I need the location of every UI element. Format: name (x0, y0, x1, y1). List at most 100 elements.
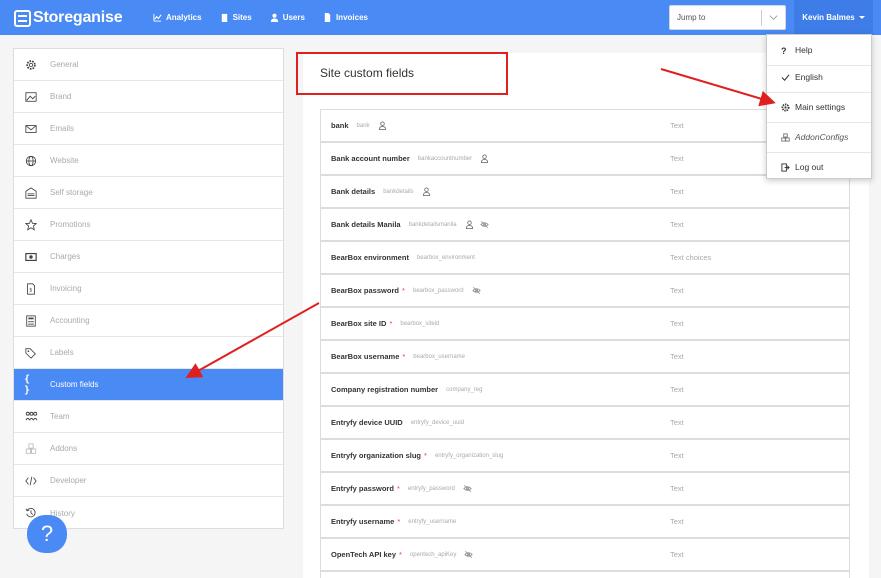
nav-users[interactable]: Users (270, 13, 305, 22)
custom-field-row[interactable]: Bank details Manila bankdetailsmanila Text (320, 208, 850, 241)
custom-field-row[interactable]: Entryfy organization slug * entryfy_organi… (320, 439, 850, 472)
code-icon (24, 474, 38, 488)
field-name: OpenTech API key (331, 550, 397, 559)
jump-to-placeholder: Jump to (677, 13, 706, 22)
storeganise-logo-icon (14, 9, 31, 27)
field-name: BearBox site ID (331, 319, 387, 328)
field-flags (463, 484, 478, 493)
user-menu-button[interactable]: Kevin Balmes (794, 0, 873, 35)
custom-field-row[interactable]: Entryfy username * entryfy_username Text (320, 505, 850, 538)
menu-item-english[interactable]: English (767, 62, 871, 92)
field-code: bearbox_environment (416, 254, 475, 261)
eye-slash-icon (479, 220, 489, 229)
sidebar-item-label: Brand (50, 92, 72, 101)
field-name: Entryfy password (331, 484, 394, 493)
sidebar-item-accounting[interactable]: Accounting (14, 305, 283, 337)
sidebar-item-label: Labels (50, 348, 74, 357)
sidebar-item-general[interactable]: General (14, 49, 283, 81)
custom-field-row[interactable]: Company registration number company_reg Te… (320, 373, 850, 406)
field-code: bankdetails (383, 188, 414, 195)
sidebar-item-labels[interactable]: Labels (14, 337, 283, 369)
user-icon (480, 154, 489, 163)
field-name: BearBox username (331, 352, 400, 361)
field-name: BearBox environment (331, 253, 409, 262)
field-flags (480, 154, 495, 163)
nav-invoices-label: Invoices (335, 13, 368, 22)
sidebar-item-label: Custom fields (50, 380, 99, 389)
field-name: Bank details (331, 187, 376, 196)
image-icon (24, 90, 38, 104)
menu-item-main-settings[interactable]: Main settings (767, 92, 871, 122)
field-type: Text (670, 550, 684, 559)
user-icon (422, 187, 431, 196)
custom-field-row[interactable]: OpenTech API key * opentech_apiKey Text (320, 538, 850, 571)
jump-to-select[interactable]: Jump to (669, 5, 786, 30)
field-code: entryfy_password (407, 485, 455, 492)
field-name: BearBox password (331, 286, 399, 295)
field-code: entryfy_device_uuid (410, 419, 465, 426)
sidebar-item-label: Emails (50, 124, 75, 133)
menu-item-label: AddonConfigs (795, 132, 849, 142)
menu-item-addon-configs[interactable]: AddonConfigs (767, 122, 871, 152)
menu-item-log-out[interactable]: Log out (767, 152, 871, 182)
required-marker: * (424, 451, 427, 460)
field-name: Entryfy username (331, 517, 395, 526)
field-flags (465, 220, 495, 229)
sidebar-item-brand[interactable]: Brand (14, 81, 283, 113)
sidebar-item-label: Accounting (50, 316, 90, 325)
caret-down-icon (858, 16, 865, 19)
sidebar-item-team[interactable]: Team (14, 401, 283, 433)
field-name: Bank details Manila (331, 220, 401, 229)
cubes-icon (781, 132, 790, 142)
custom-field-row[interactable]: Entryfy password * entryfy_password Text (320, 472, 850, 505)
gear-icon (781, 103, 790, 112)
sidebar-item-label: Promotions (50, 220, 91, 229)
sidebar-item-emails[interactable]: Emails (14, 113, 283, 145)
custom-field-row[interactable]: BearBox environment bearbox_environment Te… (320, 241, 850, 274)
sidebar-item-custom-fields[interactable]: { } Custom fields (14, 369, 283, 401)
custom-field-row[interactable]: BearBox username * bearbox_username Text (320, 340, 850, 373)
user-dropdown-menu: ? Help English Main settings AddonConfig… (766, 34, 872, 179)
custom-field-row[interactable]: BearBox site ID * bearbox_siteid Text (320, 307, 850, 340)
field-code: bearbox_siteid (400, 320, 440, 327)
field-type: Text (670, 121, 684, 130)
custom-field-row[interactable] (320, 571, 850, 578)
menu-item-help[interactable]: ? Help (767, 35, 871, 65)
field-type: Text (670, 517, 684, 526)
sidebar-item-label: Addons (50, 444, 78, 453)
jump-separator (761, 10, 762, 26)
field-name: Company registration number (331, 385, 439, 394)
sidebar-item-charges[interactable]: Charges (14, 241, 283, 273)
field-name: bank (331, 121, 349, 130)
menu-item-label: Help (795, 45, 813, 55)
nav-analytics[interactable]: Analytics (153, 13, 202, 22)
field-type: Text (670, 187, 684, 196)
sidebar-item-promotions[interactable]: Promotions (14, 209, 283, 241)
field-flags (471, 286, 487, 295)
field-name: Entryfy organization slug (331, 451, 422, 460)
sidebar-item-website[interactable]: Website (14, 145, 283, 177)
chart-icon (153, 13, 162, 22)
menu-item-label: English (795, 72, 823, 82)
custom-field-row[interactable]: BearBox password * bearbox_password Text (320, 274, 850, 307)
sidebar-item-addons[interactable]: Addons (14, 433, 283, 465)
page-title: Site custom fields (320, 66, 415, 80)
sidebar-item-self-storage[interactable]: Self storage (14, 177, 283, 209)
nav-invoices[interactable]: Invoices (323, 13, 368, 22)
required-marker: * (399, 550, 402, 559)
brand-logo[interactable]: Storeganise (14, 8, 123, 28)
nav-sites[interactable]: Sites (220, 13, 252, 22)
sidebar-item-developer[interactable]: Developer (14, 465, 283, 497)
custom-field-row[interactable]: Entryfy device UUID entryfy_device_uuid Te… (320, 406, 850, 439)
document-icon (323, 13, 332, 22)
nav-sites-label: Sites (232, 13, 252, 22)
sidebar-item-invoicing[interactable]: $ Invoicing (14, 273, 283, 305)
field-type: Text (670, 484, 684, 493)
field-code: entryfy_username (408, 518, 457, 525)
chevron-down-icon[interactable] (769, 13, 778, 22)
help-chat-button[interactable]: ? (27, 515, 67, 553)
sidebar-item-label: Charges (50, 252, 81, 261)
required-marker: * (396, 484, 400, 493)
envelope-icon (24, 122, 38, 136)
field-type: Text (670, 286, 684, 295)
